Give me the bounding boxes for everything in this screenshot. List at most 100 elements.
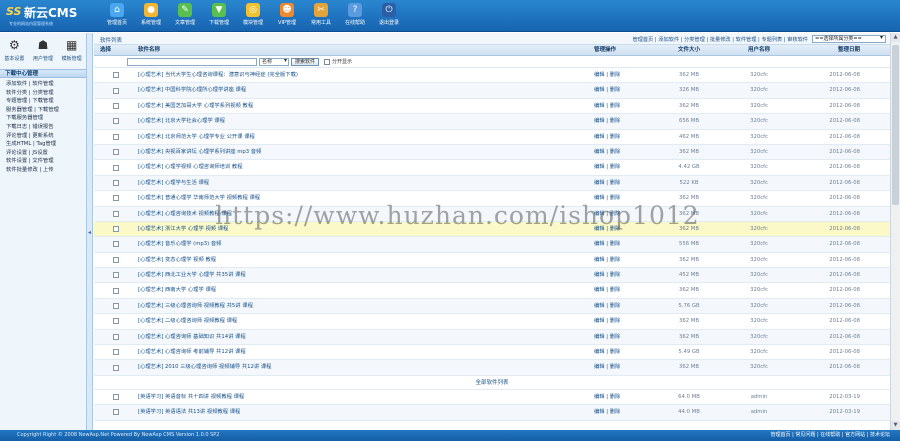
row-checkbox[interactable] xyxy=(113,272,119,279)
row-actions[interactable]: 编辑 | 删除 xyxy=(594,83,649,97)
software-name-link[interactable]: [英语学习] 英语音标 共十四讲 视频教程 课程 xyxy=(134,390,594,404)
row-checkbox[interactable] xyxy=(113,164,119,171)
sidebar-link-6[interactable]: 评论管理 | 更新系统 xyxy=(6,132,86,141)
search-button[interactable]: 搜索软件 xyxy=(291,57,320,66)
search-input[interactable] xyxy=(127,57,257,66)
row-actions[interactable]: 编辑 | 删除 xyxy=(594,253,649,267)
home-icon[interactable]: ⌂ xyxy=(110,3,124,17)
row-actions[interactable]: 编辑 | 删除 xyxy=(594,314,649,328)
software-name-link[interactable]: [心理艺术] 央视百家讲坛 心理学系列讲座 mp3 音频 xyxy=(134,145,594,159)
search-scope-select[interactable]: 名称 xyxy=(259,57,289,66)
row-checkbox[interactable] xyxy=(113,256,119,263)
help-icon[interactable]: ? xyxy=(348,3,362,17)
row-checkbox[interactable] xyxy=(113,87,119,94)
tools-icon[interactable]: ✂ xyxy=(314,3,328,17)
software-name-link[interactable]: [心理艺术] 变态心理学 视频 教程 xyxy=(134,253,594,267)
row-actions[interactable]: 编辑 | 删除 xyxy=(594,237,649,251)
nav-item-4[interactable]: ◎ 模块管理 xyxy=(236,1,270,31)
sidebar-collapse-bar[interactable]: ◂ xyxy=(87,33,93,430)
scroll-up-icon[interactable]: ▲ xyxy=(891,33,900,42)
nav-item-8[interactable]: ⏻ 退出登录 xyxy=(372,1,406,31)
row-checkbox[interactable] xyxy=(113,226,119,233)
row-actions[interactable]: 编辑 | 删除 xyxy=(594,330,649,344)
software-name-link[interactable]: [心理艺术] 西北工业大学 心理学 共35讲 课程 xyxy=(134,268,594,282)
quick-link-1[interactable]: ☗ 用户管理 xyxy=(29,37,56,69)
user-icon[interactable]: ☗ xyxy=(35,37,51,53)
row-actions[interactable]: 编辑 | 删除 xyxy=(594,360,649,374)
software-name-link[interactable]: [心理艺术] 心理咨询师 基础知识 共14讲 课程 xyxy=(134,330,594,344)
row-checkbox[interactable] xyxy=(113,303,119,310)
row-actions[interactable]: 编辑 | 删除 xyxy=(594,160,649,174)
row-checkbox[interactable] xyxy=(113,394,119,400)
separate-display-checkbox[interactable] xyxy=(324,58,331,65)
nav-item-2[interactable]: ✎ 文章管理 xyxy=(168,1,202,31)
cms-logo[interactable]: SS 新云CMS 专业的网站内容管理系统 xyxy=(6,4,86,28)
system-icon[interactable]: ● xyxy=(144,3,158,17)
software-name-link[interactable]: [心理艺术] 当代大学生心理咨询课程：潜意识与神经症 (完全版下载) xyxy=(134,68,594,82)
row-checkbox[interactable] xyxy=(113,133,119,140)
row-checkbox[interactable] xyxy=(113,210,119,217)
vip-icon[interactable]: ☻ xyxy=(280,3,294,17)
row-actions[interactable]: 编辑 | 删除 xyxy=(594,130,649,144)
logout-icon[interactable]: ⏻ xyxy=(382,3,396,17)
row-actions[interactable]: 编辑 | 删除 xyxy=(594,299,649,313)
row-checkbox[interactable] xyxy=(113,287,119,294)
software-name-link[interactable]: [心理艺术] 心理学与生活 课程 xyxy=(134,176,594,190)
sidebar-link-5[interactable]: 下载日志 | 错误报告 xyxy=(6,123,86,132)
nav-item-0[interactable]: ⌂ 管理首页 xyxy=(100,1,134,31)
nav-item-5[interactable]: ☻ VIP管理 xyxy=(270,1,304,31)
row-actions[interactable]: 编辑 | 删除 xyxy=(594,99,649,113)
row-actions[interactable]: 编辑 | 删除 xyxy=(594,145,649,159)
software-name-link[interactable]: [心理艺术] 北京大学社会心理学 课程 xyxy=(134,114,594,128)
scroll-down-icon[interactable]: ▼ xyxy=(891,421,900,430)
row-checkbox[interactable] xyxy=(113,409,119,416)
row-checkbox[interactable] xyxy=(113,349,119,356)
software-name-link[interactable]: [心理艺术] 中国科学院心理所心理学讲座 课程 xyxy=(134,83,594,97)
scroll-thumb[interactable] xyxy=(892,45,899,205)
breadcrumb-links[interactable]: 管理首页 | 添加软件 | 分类管理 | 批量修改 | 软件管理 | 专题列表 … xyxy=(632,36,808,43)
row-actions[interactable]: 编辑 | 删除 xyxy=(594,268,649,282)
download-icon[interactable]: ▼ xyxy=(212,3,226,17)
row-actions[interactable]: 编辑 | 删除 xyxy=(594,405,649,419)
row-actions[interactable]: 编辑 | 删除 xyxy=(594,345,649,359)
row-actions[interactable]: 编辑 | 删除 xyxy=(594,390,649,404)
template-icon[interactable]: ▦ xyxy=(64,37,80,53)
sidebar-link-7[interactable]: 生成HTML | Tag管理 xyxy=(6,140,86,149)
software-name-link[interactable]: [心理艺术] 三级心理咨询师 视频教程 共5讲 课程 xyxy=(134,299,594,313)
software-name-link[interactable]: [心理艺术] 心理咨询师 考前辅导 共12讲 课程 xyxy=(134,345,594,359)
module-icon[interactable]: ◎ xyxy=(246,3,260,17)
nav-item-1[interactable]: ● 系统管理 xyxy=(134,1,168,31)
software-name-link[interactable]: [心理艺术] 北京师范大学 心理学专业 公开课 课程 xyxy=(134,130,594,144)
chevron-left-icon[interactable]: ◂ xyxy=(88,229,91,236)
sidebar-link-0[interactable]: 添加软件 | 软件管理 xyxy=(6,80,86,89)
software-name-link[interactable]: [心理艺术] 2010 三级心理咨询师 视频辅导 共12讲 课程 xyxy=(134,360,594,374)
quick-link-0[interactable]: ⚙ 基本设置 xyxy=(1,37,28,69)
row-checkbox[interactable] xyxy=(113,333,119,340)
row-checkbox[interactable] xyxy=(113,72,119,79)
sidebar-link-10[interactable]: 软件批量修改 | 上传 xyxy=(6,166,86,175)
row-checkbox[interactable] xyxy=(113,241,119,248)
settings-icon[interactable]: ⚙ xyxy=(6,37,22,53)
row-actions[interactable]: 编辑 | 删除 xyxy=(594,114,649,128)
row-checkbox[interactable] xyxy=(113,364,119,371)
row-actions[interactable]: 编辑 | 删除 xyxy=(594,176,649,190)
software-name-link[interactable]: [心理艺术] 心理学视频 心理咨询师培训 教程 xyxy=(134,160,594,174)
software-name-link[interactable]: [心理艺术] 西南大学 心理学 课程 xyxy=(134,283,594,297)
row-checkbox[interactable] xyxy=(113,102,119,109)
software-name-link[interactable]: [英语学习] 英语语法 共13讲 视频教程 课程 xyxy=(134,405,594,419)
row-actions[interactable]: 编辑 | 删除 xyxy=(594,283,649,297)
vertical-scrollbar[interactable]: ▲ ▼ xyxy=(890,33,900,430)
sidebar-link-2[interactable]: 专题管理 | 下载管理 xyxy=(6,97,86,106)
software-name-link[interactable]: [心理艺术] 音乐心理学 (mp3) 音频 xyxy=(134,237,594,251)
row-checkbox[interactable] xyxy=(113,195,119,202)
article-icon[interactable]: ✎ xyxy=(178,3,192,17)
software-name-link[interactable]: [心理艺术] 二级心理咨询师 视频教程 课程 xyxy=(134,314,594,328)
sidebar-link-1[interactable]: 软件分类 | 分类管理 xyxy=(6,89,86,98)
sidebar-link-4[interactable]: 下载服务器管理 xyxy=(6,114,86,123)
nav-item-3[interactable]: ▼ 下载管理 xyxy=(202,1,236,31)
nav-item-7[interactable]: ? 在线帮助 xyxy=(338,1,372,31)
row-actions[interactable]: 编辑 | 删除 xyxy=(594,68,649,82)
sidebar-link-3[interactable]: 服务器管理 | 下载管理 xyxy=(6,106,86,115)
sidebar-link-9[interactable]: 软件设置 | 文件管理 xyxy=(6,157,86,166)
row-checkbox[interactable] xyxy=(113,149,119,156)
